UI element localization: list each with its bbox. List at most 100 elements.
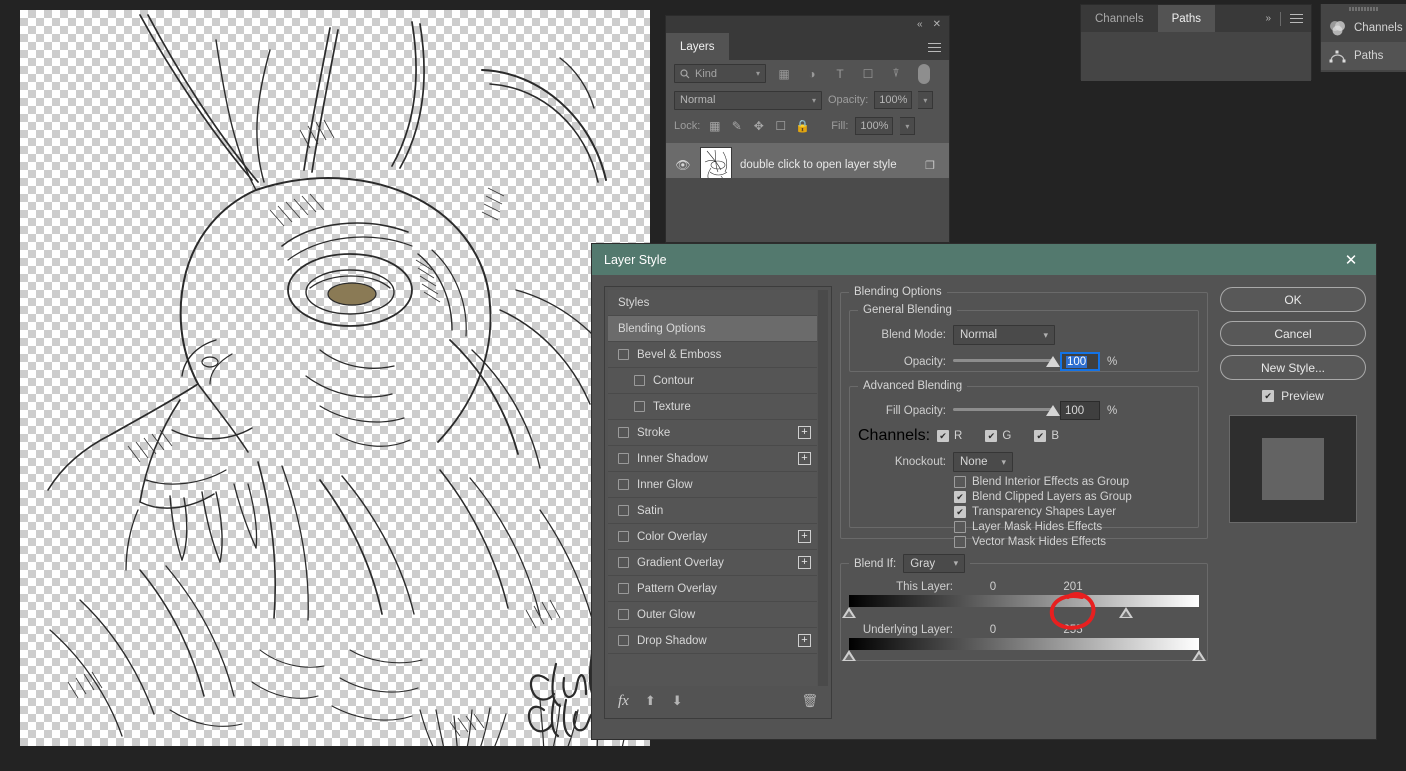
knockout-select[interactable]: None ▾ (953, 452, 1013, 472)
channel-b[interactable]: B (1034, 430, 1059, 442)
ok-button[interactable]: OK (1220, 287, 1366, 312)
tab-channels[interactable]: Channels (1081, 5, 1158, 32)
this-layer-white-handle[interactable] (1118, 607, 1133, 618)
lock-position-icon[interactable]: ✥ (751, 119, 766, 134)
effect-item-gradient-overlay[interactable]: Gradient Overlay + (608, 550, 817, 576)
advanced-checkbox-transparency-shapes-layer[interactable]: Transparency Shapes Layer (954, 506, 1190, 518)
tab-paths[interactable]: Paths (1157, 5, 1216, 32)
add-effect-plus-icon[interactable]: + (798, 556, 811, 569)
effect-checkbox[interactable] (618, 531, 629, 542)
layer-effects-icon[interactable]: ❐ (925, 159, 941, 172)
lock-artboard-icon[interactable]: ☐ (773, 119, 788, 134)
shape-filter-icon[interactable]: ☐ (858, 65, 878, 83)
channel-b-checkbox[interactable] (1034, 430, 1047, 442)
dialog-titlebar[interactable]: Layer Style ✕ (592, 244, 1376, 275)
channel-r-checkbox[interactable] (937, 430, 950, 442)
visibility-eye-icon[interactable]: 👁 (674, 158, 692, 172)
lock-image-icon[interactable]: ✎ (729, 119, 744, 134)
effect-item-blending-options[interactable]: Blending Options (608, 316, 817, 342)
effect-item-drop-shadow[interactable]: Drop Shadow + (608, 628, 817, 654)
channel-r[interactable]: R (937, 430, 962, 442)
advanced-checkbox-layer-mask-hides-effects[interactable]: Layer Mask Hides Effects (954, 521, 1190, 533)
channel-g-checkbox[interactable] (985, 430, 998, 442)
effect-item-stroke[interactable]: Stroke + (608, 420, 817, 446)
effects-list-scrollbar[interactable] (818, 290, 828, 686)
preview-toggle[interactable]: Preview (1220, 389, 1366, 403)
new-style-button[interactable]: New Style... (1220, 355, 1366, 380)
effect-checkbox[interactable] (618, 479, 629, 490)
type-filter-icon[interactable]: T (830, 65, 850, 83)
checkbox[interactable] (954, 521, 966, 533)
effect-item-bevel-emboss[interactable]: Bevel & Emboss (608, 342, 817, 368)
trash-icon[interactable]: 🗑 (801, 693, 818, 709)
dock-item-channels[interactable]: Channels (1321, 14, 1406, 42)
arrow-down-icon[interactable]: ⬇ (672, 693, 683, 709)
advanced-checkbox-blend-interior-effects-as-group[interactable]: Blend Interior Effects as Group (954, 476, 1190, 488)
effect-checkbox[interactable] (634, 401, 645, 412)
image-filter-icon[interactable]: ▦ (774, 65, 794, 83)
effect-item-inner-glow[interactable]: Inner Glow (608, 472, 817, 498)
effect-checkbox[interactable] (634, 375, 645, 386)
expand-icon[interactable]: » (1265, 13, 1271, 24)
add-effect-plus-icon[interactable]: + (798, 452, 811, 465)
advanced-checkbox-blend-clipped-layers-as-group[interactable]: Blend Clipped Layers as Group (954, 491, 1190, 503)
smartobject-filter-icon[interactable]: ⍒ (886, 65, 906, 83)
adjustment-filter-icon[interactable]: ◑ (802, 65, 822, 83)
lock-transparency-icon[interactable]: ▦ (707, 119, 722, 134)
effect-checkbox[interactable] (618, 557, 629, 568)
opacity-slider[interactable] (953, 355, 1060, 369)
layers-panel-menu-icon[interactable] (928, 40, 941, 55)
fill-opacity-slider[interactable] (953, 404, 1060, 418)
checkbox[interactable] (954, 506, 966, 518)
collapse-icon[interactable]: « (917, 19, 923, 30)
dock-grip-handle[interactable] (1321, 4, 1406, 14)
fill-opacity-input[interactable]: 100 (1060, 401, 1100, 420)
channel-g[interactable]: G (985, 430, 1011, 442)
document-canvas[interactable] (20, 10, 650, 746)
close-icon[interactable]: ✕ (933, 19, 941, 30)
add-effect-plus-icon[interactable]: + (798, 530, 811, 543)
underlying-layer-black-handle[interactable] (842, 650, 856, 661)
checkbox[interactable] (954, 536, 966, 548)
underlying-layer-white-handle[interactable] (1192, 650, 1206, 661)
channels-panel-menu-icon[interactable] (1290, 11, 1303, 26)
effect-item-pattern-overlay[interactable]: Pattern Overlay (608, 576, 817, 602)
layer-opacity-value[interactable]: 100% (874, 91, 913, 109)
effect-checkbox[interactable] (618, 609, 629, 620)
opacity-slider-thumb[interactable] (1046, 355, 1060, 367)
arrow-up-icon[interactable]: ⬆ (645, 693, 656, 709)
filter-kind-select[interactable]: Kind ▾ (674, 64, 766, 83)
layer-blend-mode-select[interactable]: Normal ▾ (674, 90, 822, 110)
checkbox[interactable] (954, 476, 966, 488)
dock-item-paths[interactable]: Paths (1321, 42, 1406, 70)
effect-item-satin[interactable]: Satin (608, 498, 817, 524)
fill-opacity-slider-thumb[interactable] (1046, 404, 1060, 416)
effect-item-inner-shadow[interactable]: Inner Shadow + (608, 446, 817, 472)
effect-item-outer-glow[interactable]: Outer Glow (608, 602, 817, 628)
add-effect-plus-icon[interactable]: + (798, 634, 811, 647)
layer-opacity-stepper[interactable]: ▾ (918, 91, 934, 109)
layer-fill-value[interactable]: 100% (855, 117, 894, 135)
blend-if-channel-select[interactable]: Gray ▾ (903, 554, 966, 573)
close-icon[interactable]: ✕ (1338, 247, 1364, 273)
effect-checkbox[interactable] (618, 635, 629, 646)
fx-add-effect-icon[interactable]: fx (618, 693, 629, 710)
effect-checkbox[interactable] (618, 505, 629, 516)
add-effect-plus-icon[interactable]: + (798, 426, 811, 439)
preview-checkbox[interactable] (1262, 390, 1275, 402)
checkbox[interactable] (954, 491, 966, 503)
filter-toggle-switch[interactable] (918, 63, 930, 84)
effect-checkbox[interactable] (618, 427, 629, 438)
this-layer-black-handle[interactable] (842, 607, 856, 618)
tab-layers[interactable]: Layers (666, 33, 729, 60)
effect-checkbox[interactable] (618, 349, 629, 360)
layer-fill-stepper[interactable]: ▾ (900, 117, 916, 135)
cancel-button[interactable]: Cancel (1220, 321, 1366, 346)
effect-checkbox[interactable] (618, 583, 629, 594)
effect-item-contour[interactable]: Contour (608, 368, 817, 394)
effect-item-texture[interactable]: Texture (608, 394, 817, 420)
effect-item-color-overlay[interactable]: Color Overlay + (608, 524, 817, 550)
blend-mode-select[interactable]: Normal ▾ (953, 325, 1055, 345)
effect-item-styles[interactable]: Styles (608, 290, 817, 316)
advanced-checkbox-vector-mask-hides-effects[interactable]: Vector Mask Hides Effects (954, 536, 1190, 548)
